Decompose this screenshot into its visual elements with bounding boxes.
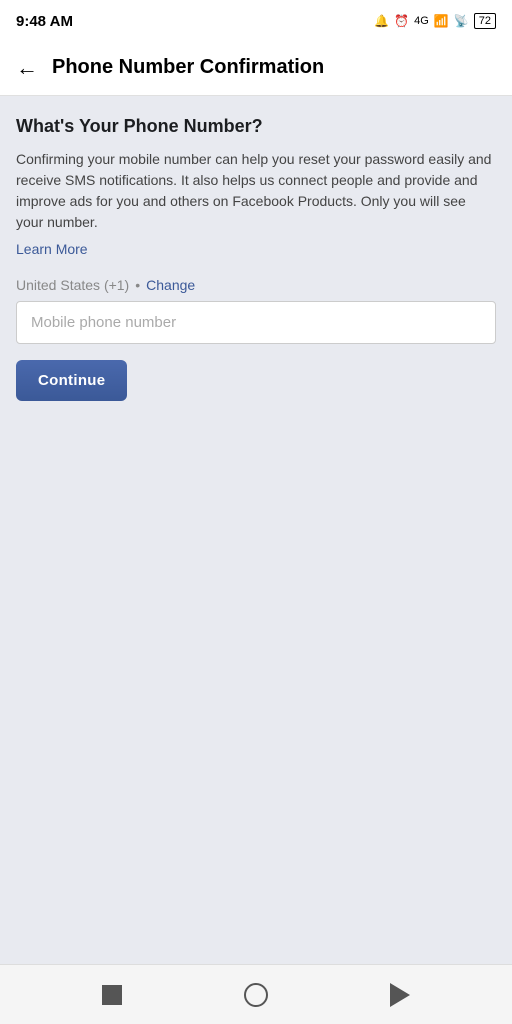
wifi-icon: 📡 bbox=[454, 14, 469, 28]
recents-button[interactable] bbox=[380, 975, 420, 1015]
back-nav-button[interactable] bbox=[236, 975, 276, 1015]
learn-more-link[interactable]: Learn More bbox=[16, 241, 88, 257]
phone-confirmation-card: What's Your Phone Number? Confirming you… bbox=[16, 116, 496, 401]
country-name: United States (+1) bbox=[16, 277, 129, 293]
nav-bar: ← Phone Number Confirmation bbox=[0, 40, 512, 96]
square-icon bbox=[102, 985, 122, 1005]
page-title: Phone Number Confirmation bbox=[52, 56, 324, 79]
triangle-icon bbox=[390, 983, 410, 1007]
bottom-nav bbox=[0, 964, 512, 1024]
card-description: Confirming your mobile number can help y… bbox=[16, 149, 496, 233]
main-content: What's Your Phone Number? Confirming you… bbox=[0, 96, 512, 964]
home-button[interactable] bbox=[92, 975, 132, 1015]
status-bar: 9:48 AM 🔔 ⏰ 4G 📶 📡 72 bbox=[0, 0, 512, 40]
change-country-link[interactable]: Change bbox=[146, 277, 195, 293]
phone-number-input[interactable] bbox=[16, 301, 496, 344]
dot-separator: • bbox=[135, 277, 140, 293]
continue-button[interactable]: Continue bbox=[16, 360, 127, 401]
back-button[interactable]: ← bbox=[16, 55, 38, 81]
country-selector: United States (+1) • Change bbox=[16, 277, 496, 293]
battery-icon: 72 bbox=[474, 13, 496, 29]
signal-icon: 📶 bbox=[434, 14, 449, 28]
circle-icon bbox=[244, 983, 268, 1007]
clock-icon: ⏰ bbox=[394, 14, 409, 28]
card-heading: What's Your Phone Number? bbox=[16, 116, 496, 137]
status-time: 9:48 AM bbox=[16, 13, 73, 30]
alarm-icon: 🔔 bbox=[374, 14, 389, 28]
sim-icon: 4G bbox=[414, 15, 429, 27]
status-icons: 🔔 ⏰ 4G 📶 📡 72 bbox=[374, 13, 496, 29]
